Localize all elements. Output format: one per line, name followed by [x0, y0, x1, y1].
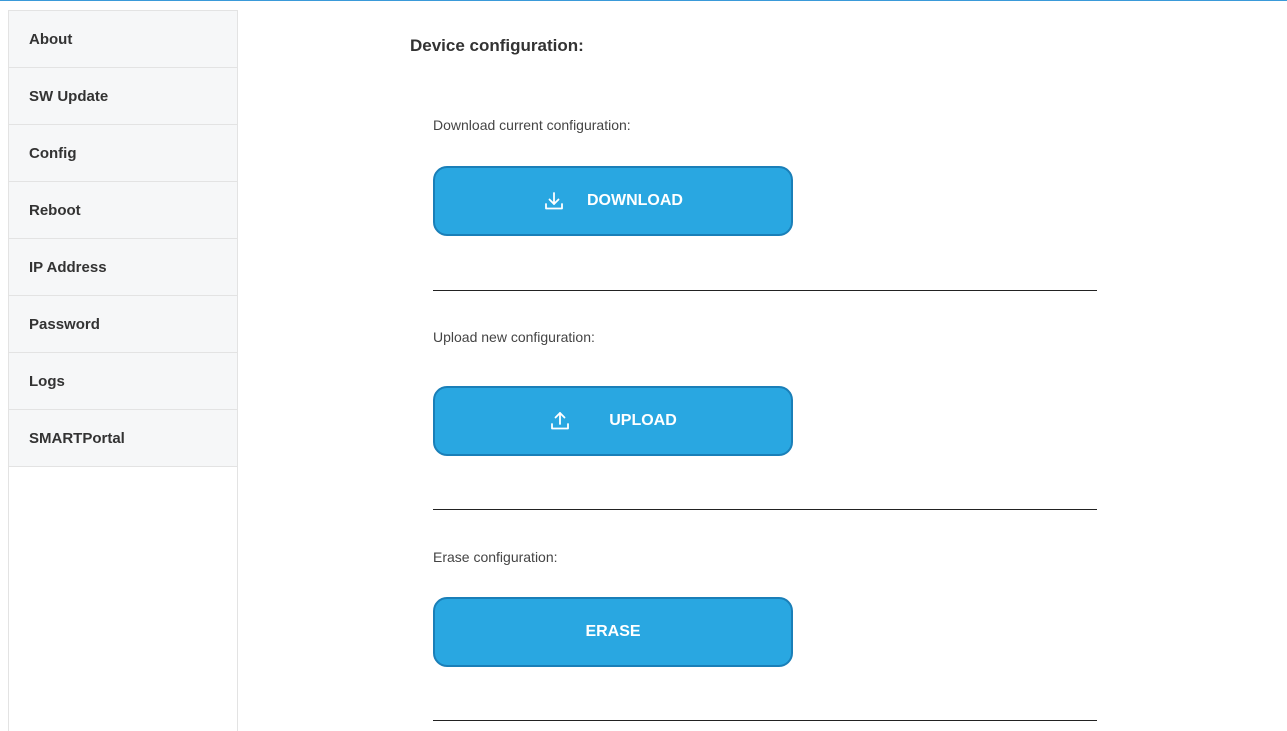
erase-section-label: Erase configuration: [433, 549, 558, 565]
sidebar-item-label: Config [29, 144, 77, 162]
main-content: Device configuration: Download current c… [300, 0, 1287, 731]
download-button[interactable]: DOWNLOAD [433, 166, 793, 236]
sidebar-item-about[interactable]: About [9, 11, 237, 68]
sidebar-item-sw-update[interactable]: SW Update [9, 68, 237, 125]
sidebar: About SW Update Config Reboot IP Address… [8, 10, 238, 731]
sidebar-list: About SW Update Config Reboot IP Address… [9, 11, 237, 467]
upload-icon [549, 410, 571, 432]
sidebar-item-ip-address[interactable]: IP Address [9, 239, 237, 296]
sidebar-item-label: Password [29, 315, 100, 333]
sidebar-item-password[interactable]: Password [9, 296, 237, 353]
download-icon [543, 190, 565, 212]
download-section-label: Download current configuration: [433, 117, 631, 133]
sidebar-item-label: Logs [29, 372, 65, 390]
section-divider [433, 509, 1097, 510]
sidebar-item-reboot[interactable]: Reboot [9, 182, 237, 239]
sidebar-item-smartportal[interactable]: SMARTPortal [9, 410, 237, 467]
section-divider [433, 720, 1097, 721]
upload-section-label: Upload new configuration: [433, 329, 595, 345]
erase-button-label: ERASE [585, 623, 641, 640]
sidebar-item-label: SW Update [29, 87, 109, 105]
erase-button[interactable]: ERASE [433, 597, 793, 667]
section-divider [433, 290, 1097, 291]
sidebar-item-label: SMARTPortal [29, 429, 125, 447]
sidebar-item-logs[interactable]: Logs [9, 353, 237, 410]
download-button-label: DOWNLOAD [587, 192, 683, 209]
page-title: Device configuration: [410, 36, 584, 55]
sidebar-item-label: Reboot [29, 201, 81, 219]
sidebar-item-label: About [29, 30, 73, 48]
sidebar-item-label: IP Address [29, 258, 107, 276]
sidebar-item-config[interactable]: Config [9, 125, 237, 182]
upload-button[interactable]: UPLOAD [433, 386, 793, 456]
upload-button-label: UPLOAD [609, 412, 677, 429]
